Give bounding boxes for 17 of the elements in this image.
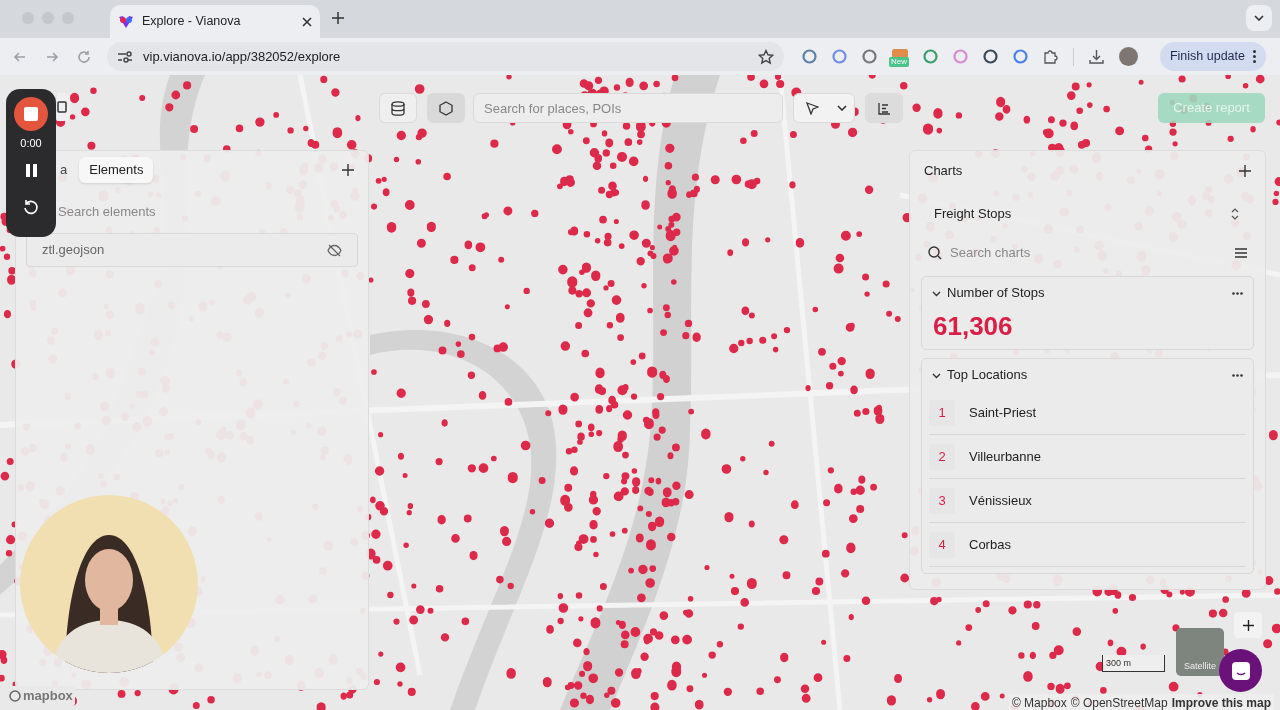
close-icon[interactable] (302, 16, 312, 27)
site-settings-icon[interactable] (117, 49, 133, 64)
profile-avatar[interactable] (1119, 47, 1138, 66)
puzzle-icon[interactable] (1043, 49, 1058, 64)
chevron-down-icon (1254, 15, 1264, 21)
download-icon[interactable] (1089, 49, 1104, 64)
new-badge: New (889, 56, 909, 67)
finish-update-button[interactable]: Finish update (1159, 42, 1266, 71)
app-logo-icon (118, 14, 134, 29)
tab-title: Explore - Vianova (142, 13, 242, 31)
address-bar[interactable]: vip.vianova.io/app/382052/explore (107, 42, 784, 71)
url-text: vip.vianova.io/app/382052/explore (143, 47, 342, 66)
new-tab-icon[interactable] (332, 12, 344, 24)
browser-tab[interactable]: Explore - Vianova (110, 5, 320, 38)
bookmark-star-icon[interactable] (758, 48, 774, 65)
tab-list-button[interactable] (1246, 5, 1272, 31)
more-vertical-icon (1253, 50, 1256, 63)
